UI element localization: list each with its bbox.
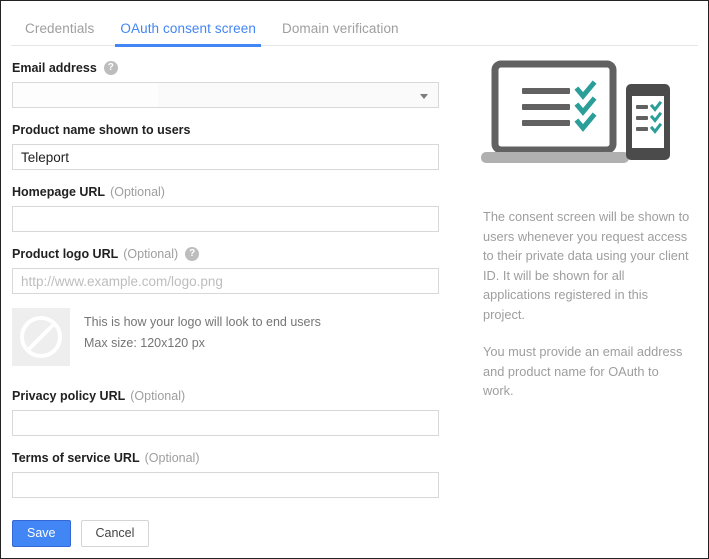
info-panel: The consent screen will be shown to user… — [461, 46, 701, 419]
logo-preview-box — [12, 308, 70, 366]
label-terms-of-service-url-text: Terms of service URL — [12, 451, 140, 465]
label-product-logo-url-text: Product logo URL — [12, 247, 119, 261]
label-privacy-policy-url: Privacy policy URL (Optional) — [12, 388, 461, 404]
label-product-name-text: Product name shown to users — [12, 123, 191, 137]
form-actions: Save Cancel — [12, 520, 461, 547]
info-paragraph-2: You must provide an email address and pr… — [483, 344, 683, 398]
content-area: Email address ? Product name shown to us… — [1, 46, 708, 547]
label-product-logo-url: Product logo URL (Optional) ? — [12, 246, 461, 262]
oauth-consent-screen-page: Credentials OAuth consent screen Domain … — [0, 0, 709, 559]
label-email-address-text: Email address — [12, 61, 97, 75]
logo-preview-row: This is how your logo will look to end u… — [12, 308, 461, 366]
field-product-name: Product name shown to users — [12, 122, 461, 170]
email-address-select-fill — [13, 83, 158, 107]
cancel-button[interactable]: Cancel — [80, 520, 150, 547]
label-privacy-policy-url-text: Privacy policy URL — [12, 389, 126, 403]
logo-preview-line2: Max size: 120x120 px — [84, 336, 205, 350]
product-logo-url-input[interactable] — [12, 268, 439, 294]
chevron-down-icon[interactable] — [420, 94, 428, 99]
label-homepage-url-text: Homepage URL — [12, 185, 106, 199]
email-address-select[interactable] — [12, 82, 439, 108]
no-image-icon — [20, 316, 62, 358]
help-icon[interactable]: ? — [103, 61, 118, 75]
label-terms-of-service-url: Terms of service URL (Optional) — [12, 450, 461, 466]
field-product-logo-url: Product logo URL (Optional) ? — [12, 246, 461, 294]
help-icon[interactable]: ? — [185, 247, 200, 261]
tab-bar: Credentials OAuth consent screen Domain … — [1, 1, 708, 47]
label-product-logo-url-optional: (Optional) — [123, 247, 179, 261]
field-homepage-url: Homepage URL (Optional) — [12, 184, 461, 232]
privacy-policy-url-input[interactable] — [12, 410, 439, 436]
label-email-address: Email address ? — [12, 60, 461, 76]
save-button[interactable]: Save — [12, 520, 71, 547]
laptop-and-phone-checklist-icon — [481, 60, 687, 185]
homepage-url-input[interactable] — [12, 206, 439, 232]
label-homepage-url-optional: (Optional) — [110, 185, 165, 199]
field-privacy-policy-url: Privacy policy URL (Optional) — [12, 388, 461, 436]
field-email-address: Email address ? — [12, 60, 461, 108]
tab-oauth-consent-screen[interactable]: OAuth consent screen — [107, 1, 269, 47]
tab-credentials[interactable]: Credentials — [12, 1, 107, 47]
product-name-input[interactable] — [12, 144, 439, 170]
label-privacy-policy-url-optional: (Optional) — [130, 389, 186, 403]
label-homepage-url: Homepage URL (Optional) — [12, 184, 461, 200]
field-terms-of-service-url: Terms of service URL (Optional) — [12, 450, 461, 498]
tab-domain-verification[interactable]: Domain verification — [269, 1, 412, 47]
label-terms-of-service-url-optional: (Optional) — [144, 451, 200, 465]
logo-preview-line1: This is how your logo will look to end u… — [84, 315, 321, 329]
info-paragraph-1: The consent screen will be shown to user… — [483, 209, 690, 322]
consent-form: Email address ? Product name shown to us… — [1, 46, 461, 547]
logo-preview-text: This is how your logo will look to end u… — [84, 308, 321, 354]
terms-of-service-url-input[interactable] — [12, 472, 439, 498]
label-product-name: Product name shown to users — [12, 122, 461, 138]
